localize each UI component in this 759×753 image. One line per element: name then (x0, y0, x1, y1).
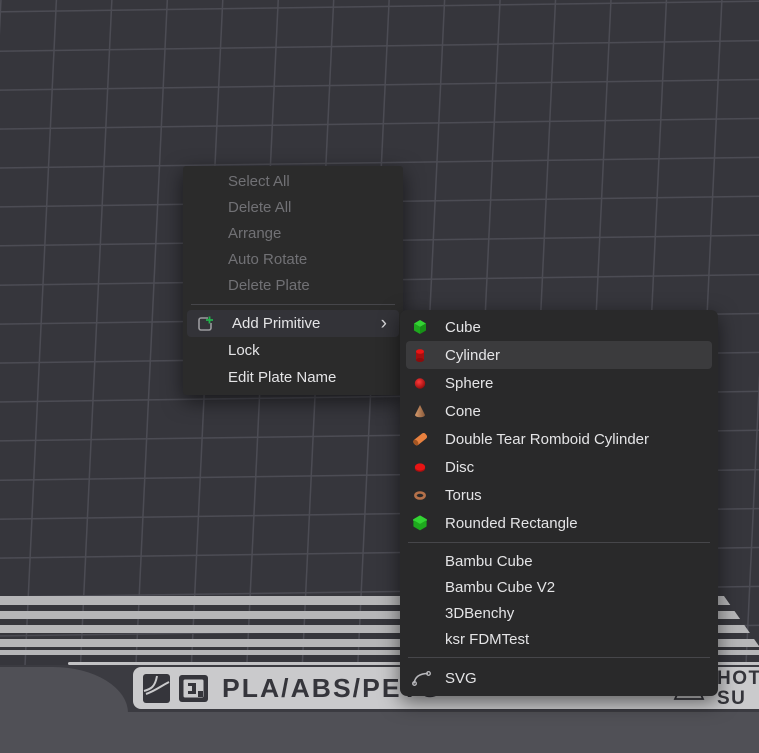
add-primitive-icon (196, 315, 214, 333)
menu-item-delete-plate: Delete Plate (183, 273, 403, 299)
cube-icon (412, 319, 428, 335)
submenu-item-double-tear-romboid-cylinder[interactable]: Double Tear Romboid Cylinder (400, 425, 718, 453)
disc-icon (412, 459, 428, 475)
submenu-item-svg[interactable]: SVG (400, 663, 718, 693)
submenu-separator (408, 657, 710, 658)
menu-item-label: Add Primitive (232, 315, 320, 332)
submenu-item-cylinder[interactable]: Cylinder (406, 341, 712, 369)
menu-item-label: Edit Plate Name (228, 369, 336, 386)
plate-number-icon (179, 675, 208, 702)
cylinder-icon (412, 347, 428, 363)
submenu-item-disc[interactable]: Disc (400, 453, 718, 481)
submenu-item-ksr-fdmtest[interactable]: ksr FDMTest (400, 626, 718, 652)
menu-item-delete-all: Delete All (183, 195, 403, 221)
submenu-item-cone[interactable]: Cone (400, 397, 718, 425)
submenu-item-3dbenchy[interactable]: 3DBenchy (400, 600, 718, 626)
menu-item-select-all: Select All (183, 169, 403, 195)
menu-item-lock[interactable]: Lock (183, 337, 403, 364)
printer-bed (0, 712, 759, 753)
torus-icon (412, 487, 428, 503)
submenu-item-bambu-cube-v2[interactable]: Bambu Cube V2 (400, 574, 718, 600)
bezier-curve-icon (412, 670, 432, 686)
submenu-item-cube[interactable]: Cube (400, 313, 718, 341)
submenu-chevron-icon: › (381, 314, 387, 333)
romboid-cylinder-icon (412, 431, 428, 447)
menu-item-add-primitive[interactable]: Add Primitive › (187, 310, 399, 337)
menu-separator (191, 304, 395, 305)
menu-item-label: Lock (228, 342, 260, 359)
bambu-logo-icon (143, 674, 170, 703)
sphere-icon (412, 375, 428, 391)
rounded-rectangle-icon (412, 515, 428, 531)
submenu-item-sphere[interactable]: Sphere (400, 369, 718, 397)
submenu-item-torus[interactable]: Torus (400, 481, 718, 509)
plate-context-menu: Select All Delete All Arrange Auto Rotat… (183, 166, 403, 395)
menu-item-edit-plate-name[interactable]: Edit Plate Name (183, 364, 403, 391)
hot-surface-text: HOT SU (717, 669, 759, 709)
add-primitive-submenu: Cube Cylinder Sphere (400, 310, 718, 696)
menu-item-auto-rotate: Auto Rotate (183, 247, 403, 273)
cone-icon (412, 403, 428, 419)
submenu-item-rounded-rectangle[interactable]: Rounded Rectangle (400, 509, 718, 537)
submenu-item-bambu-cube[interactable]: Bambu Cube (400, 548, 718, 574)
menu-item-arrange: Arrange (183, 221, 403, 247)
submenu-separator (408, 542, 710, 543)
